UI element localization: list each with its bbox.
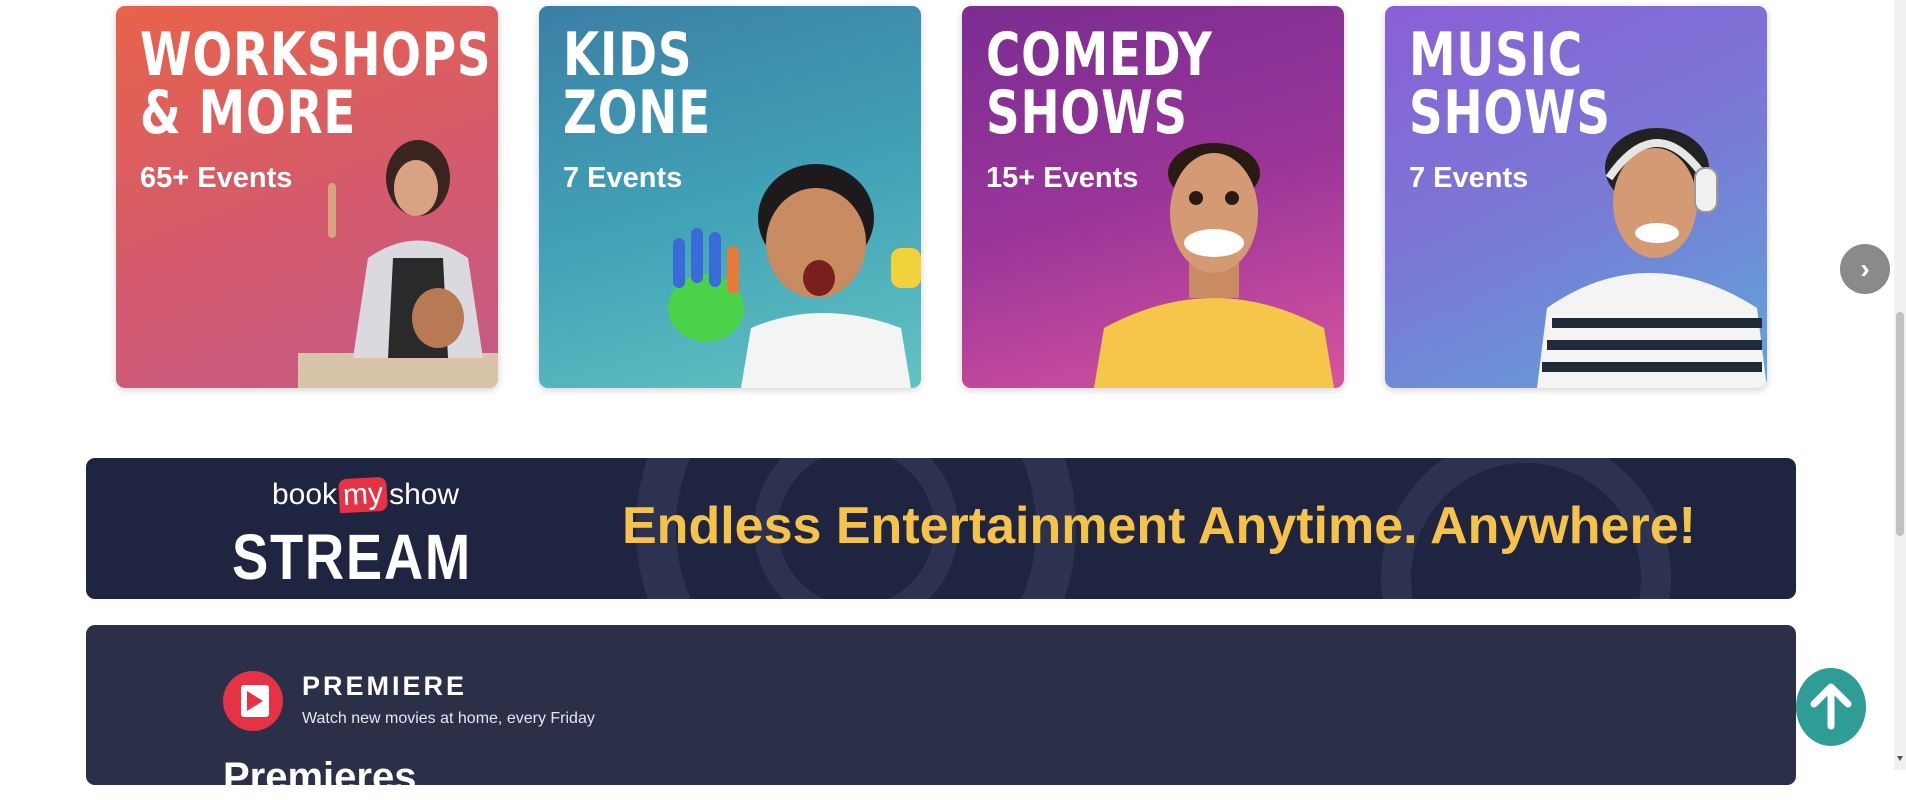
play-icon xyxy=(223,671,283,731)
stream-logo-text: STREAM xyxy=(232,521,472,593)
woman-potter-illustration xyxy=(298,140,498,388)
category-card-comedy-shows[interactable]: Comedy Shows 15+ Events xyxy=(962,6,1344,388)
category-cards-row: Workshops & More 65+ Events Kids Zone 7 … xyxy=(116,6,1767,388)
category-count: 7 Events xyxy=(1409,162,1529,194)
carousel-next-button[interactable]: › xyxy=(1840,244,1890,294)
logo-my-text: my xyxy=(338,476,388,514)
logo-book-text: book xyxy=(272,478,338,511)
category-title: Kids Zone xyxy=(563,20,711,148)
bookmyshow-logo: book my show xyxy=(272,476,460,514)
stream-banner[interactable]: book my show STREAM Endless Entertainment … xyxy=(86,458,1796,599)
category-count: 65+ Events xyxy=(140,162,293,194)
category-card-kids-zone[interactable]: Kids Zone 7 Events xyxy=(539,6,921,388)
woman-headphones-illustration xyxy=(1537,128,1767,388)
smiling-man-illustration xyxy=(1094,143,1334,388)
category-card-music-shows[interactable]: Music Shows 7 Events xyxy=(1385,6,1767,388)
page-scrollbar[interactable] xyxy=(1894,0,1906,770)
premiere-subtitle: Watch new movies at home, every Friday xyxy=(302,710,595,727)
category-card-workshops[interactable]: Workshops & More 65+ Events xyxy=(116,6,498,388)
kid-painted-hands-illustration xyxy=(668,164,921,388)
scrollbar-thumb[interactable] xyxy=(1896,312,1904,536)
stream-tagline: Endless Entertainment Anytime. Anywhere! xyxy=(622,497,1696,555)
premiere-next-heading: Premieres xyxy=(223,755,417,799)
scroll-to-top-button[interactable] xyxy=(1796,668,1866,746)
logo-show-text: show xyxy=(389,478,460,511)
scroll-down-arrow-icon[interactable] xyxy=(1897,756,1903,761)
premiere-title: PREMIERE xyxy=(302,671,468,701)
arrow-up-icon xyxy=(1810,683,1852,730)
premiere-section: PREMIERE Watch new movies at home, every… xyxy=(86,625,1796,799)
